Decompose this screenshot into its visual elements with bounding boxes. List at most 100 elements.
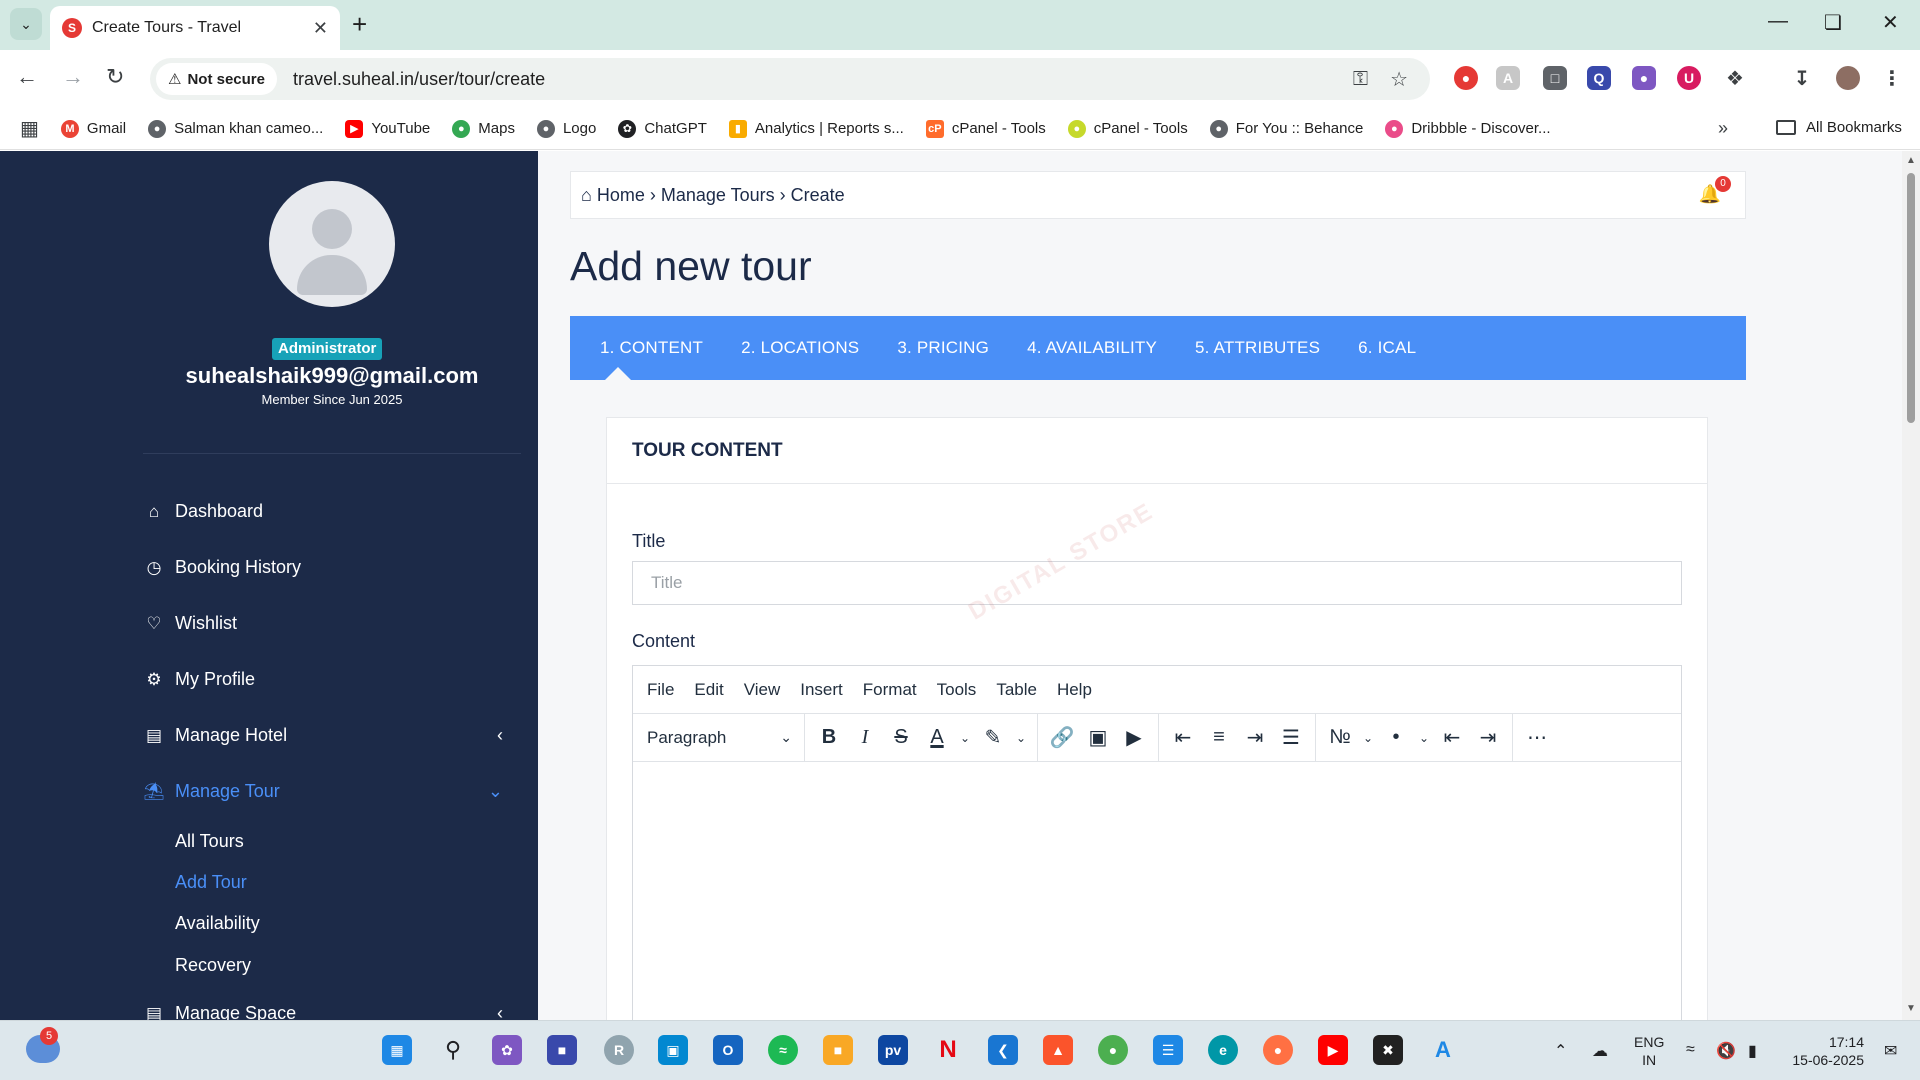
brave-icon[interactable]: ▲ bbox=[1043, 1035, 1073, 1065]
editor-menu-file[interactable]: File bbox=[647, 680, 674, 700]
capcut-icon[interactable]: ✖ bbox=[1373, 1035, 1403, 1065]
back-arrow-icon[interactable]: ← bbox=[16, 64, 38, 90]
minimize-icon[interactable]: — bbox=[1768, 10, 1788, 33]
new-tab-button[interactable]: + bbox=[352, 10, 367, 38]
editor-menu-table[interactable]: Table bbox=[996, 680, 1037, 700]
editor-menu-insert[interactable]: Insert bbox=[800, 680, 843, 700]
align-justify-icon[interactable]: ☰ bbox=[1273, 721, 1309, 755]
browser-tab-active[interactable]: S Create Tours - Travel ✕ bbox=[50, 6, 340, 50]
download-icon[interactable]: ↧ bbox=[1790, 66, 1814, 90]
indent-icon[interactable]: ⇥ bbox=[1470, 721, 1506, 755]
sidebar-item-manage-space[interactable]: ▤ Manage Space ‹ bbox=[143, 1003, 503, 1020]
sidebar-subitem-availability[interactable]: Availability bbox=[175, 913, 260, 934]
scroll-thumb[interactable] bbox=[1907, 173, 1915, 423]
forward-arrow-icon[interactable]: → bbox=[62, 64, 84, 90]
notifications-icon[interactable]: ✉ bbox=[1884, 1041, 1897, 1061]
extension-q-icon[interactable]: Q bbox=[1587, 66, 1611, 90]
wifi-icon[interactable]: ≈ bbox=[1686, 1041, 1695, 1059]
bold-icon[interactable]: B bbox=[811, 721, 847, 755]
tab-availability[interactable]: 4. AVAILABILITY bbox=[1027, 338, 1157, 358]
browser-menu-icon[interactable]: ⋮ bbox=[1880, 66, 1904, 90]
start-windows-icon[interactable]: ▦ bbox=[382, 1035, 412, 1065]
sidebar-item-manage-hotel[interactable]: ▤ Manage Hotel ‹ bbox=[143, 725, 503, 746]
sidebar-subitem-all-tours[interactable]: All Tours bbox=[175, 831, 244, 852]
all-bookmarks-button[interactable]: All Bookmarks bbox=[1776, 119, 1902, 136]
editor-body[interactable] bbox=[633, 762, 1681, 1020]
block-format-select[interactable]: Paragraph ⌄ bbox=[633, 713, 805, 762]
scroll-down-icon[interactable]: ▼ bbox=[1906, 1003, 1916, 1014]
bookmarks-overflow-icon[interactable]: » bbox=[1718, 118, 1728, 139]
editor-menu-tools[interactable]: Tools bbox=[937, 680, 977, 700]
restore-icon[interactable]: ❏ bbox=[1824, 10, 1842, 35]
app-r-icon[interactable]: R bbox=[604, 1035, 634, 1065]
bookmark-logo[interactable]: ● Logo bbox=[536, 119, 596, 138]
sidebar-item-dashboard[interactable]: ⌂ Dashboard bbox=[143, 501, 503, 522]
chevron-down-icon[interactable]: ⌄ bbox=[955, 721, 975, 755]
bookmark-youtube[interactable]: ▶ YouTube bbox=[345, 119, 430, 138]
bookmark-cpanel-2[interactable]: ● cPanel - Tools bbox=[1067, 119, 1188, 138]
volume-muted-icon[interactable]: 🔇 bbox=[1716, 1041, 1736, 1061]
prime-video-icon[interactable]: pv bbox=[878, 1035, 908, 1065]
spotify-icon[interactable]: ≈ bbox=[768, 1035, 798, 1065]
search-icon[interactable]: ⚲ bbox=[438, 1035, 468, 1065]
image-icon[interactable]: ▣ bbox=[1080, 721, 1116, 755]
bullet-list-icon[interactable]: • bbox=[1378, 721, 1414, 755]
extension-u-icon[interactable]: U bbox=[1677, 66, 1701, 90]
chrome-icon[interactable]: ● bbox=[1098, 1035, 1128, 1065]
breadcrumb-manage-tours-link[interactable]: Manage Tours bbox=[661, 185, 775, 206]
profile-avatar-icon[interactable] bbox=[1836, 66, 1860, 90]
file-explorer-icon[interactable]: ■ bbox=[823, 1035, 853, 1065]
tab-content[interactable]: 1. CONTENT bbox=[600, 338, 703, 358]
tab-locations[interactable]: 2. LOCATIONS bbox=[741, 338, 859, 358]
tab-search-button[interactable]: ⌄ bbox=[10, 8, 42, 40]
tab-close-icon[interactable]: ✕ bbox=[313, 18, 328, 39]
bookmark-maps[interactable]: ● Maps bbox=[452, 119, 515, 138]
chevron-down-icon[interactable]: ⌄ bbox=[1011, 721, 1031, 755]
language-indicator[interactable]: ENG IN bbox=[1634, 1033, 1664, 1069]
notepad-icon[interactable]: ☰ bbox=[1153, 1035, 1183, 1065]
extension-a-icon[interactable]: A bbox=[1496, 66, 1520, 90]
italic-icon[interactable]: I bbox=[847, 721, 883, 755]
sidebar-subitem-recovery[interactable]: Recovery bbox=[175, 955, 251, 976]
onedrive-icon[interactable]: ☁ bbox=[1592, 1041, 1608, 1061]
bookmark-dribbble[interactable]: ● Dribbble - Discover... bbox=[1385, 119, 1551, 138]
bookmark-chatgpt[interactable]: ✿ ChatGPT bbox=[618, 119, 707, 138]
url-text[interactable]: travel.suheal.in/user/tour/create bbox=[293, 69, 1353, 90]
highlight-color-icon[interactable]: ✎ bbox=[975, 721, 1011, 755]
copilot-icon[interactable]: ✿ bbox=[492, 1035, 522, 1065]
extension-adblock-icon[interactable]: ● bbox=[1454, 66, 1478, 90]
chevron-down-icon[interactable]: ⌄ bbox=[1358, 721, 1378, 755]
netflix-icon[interactable]: N bbox=[933, 1035, 963, 1065]
bookmark-star-icon[interactable]: ☆ bbox=[1390, 67, 1408, 92]
bookmark-cpanel-1[interactable]: cP cPanel - Tools bbox=[925, 119, 1046, 138]
sidebar-item-booking-history[interactable]: ◷ Booking History bbox=[143, 557, 503, 578]
vscode-icon[interactable]: ❮ bbox=[988, 1035, 1018, 1065]
bookmark-gmail[interactable]: M Gmail bbox=[60, 119, 126, 138]
battery-icon[interactable]: ▮ bbox=[1748, 1041, 1757, 1061]
tab-ical[interactable]: 6. ICAL bbox=[1358, 338, 1416, 358]
bookmark-behance[interactable]: ● For You :: Behance bbox=[1209, 119, 1363, 138]
numbered-list-icon[interactable]: № bbox=[1322, 721, 1358, 755]
tab-pricing[interactable]: 3. PRICING bbox=[897, 338, 989, 358]
outlook-icon[interactable]: O bbox=[713, 1035, 743, 1065]
align-left-icon[interactable]: ⇤ bbox=[1165, 721, 1201, 755]
tab-attributes[interactable]: 5. ATTRIBUTES bbox=[1195, 338, 1320, 358]
apps-grid-icon[interactable]: ▦ bbox=[20, 116, 39, 141]
editor-menu-format[interactable]: Format bbox=[863, 680, 917, 700]
app-grid-icon[interactable]: ▣ bbox=[658, 1035, 688, 1065]
address-bar[interactable]: ⚠ Not secure travel.suheal.in/user/tour/… bbox=[150, 58, 1430, 100]
bookmark-analytics[interactable]: ▮ Analytics | Reports s... bbox=[728, 119, 904, 138]
security-chip[interactable]: ⚠ Not secure bbox=[156, 63, 277, 95]
title-input[interactable] bbox=[632, 561, 1682, 605]
window-close-icon[interactable]: ✕ bbox=[1882, 10, 1899, 35]
reload-icon[interactable]: ↻ bbox=[106, 64, 124, 90]
editor-menu-view[interactable]: View bbox=[744, 680, 781, 700]
extensions-puzzle-icon[interactable]: ❖ bbox=[1723, 66, 1747, 90]
link-icon[interactable]: 🔗 bbox=[1044, 721, 1080, 755]
extension-window-icon[interactable]: □ bbox=[1543, 66, 1567, 90]
strikethrough-icon[interactable]: S bbox=[883, 721, 919, 755]
tray-overflow-icon[interactable]: ⌃ bbox=[1554, 1041, 1567, 1061]
firefox-icon[interactable]: ● bbox=[1263, 1035, 1293, 1065]
app-a-icon[interactable]: A bbox=[1428, 1035, 1458, 1065]
editor-menu-edit[interactable]: Edit bbox=[694, 680, 723, 700]
